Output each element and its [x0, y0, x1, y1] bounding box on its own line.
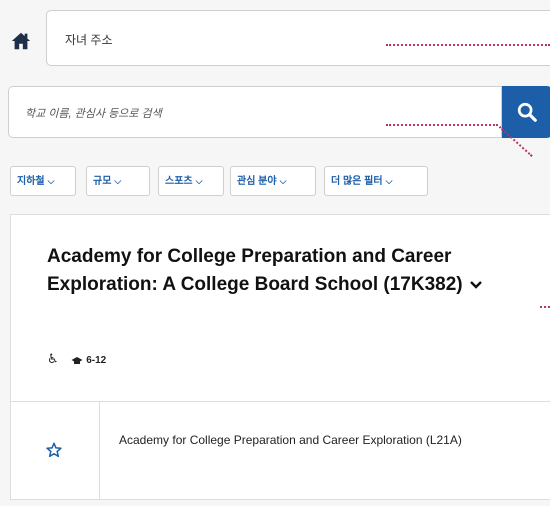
home-icon[interactable] [10, 30, 32, 52]
filter-sports[interactable]: 스포츠 ⌵ [158, 166, 224, 196]
school-card: Academy for College Preparation and Care… [10, 214, 550, 500]
program-name: Academy for College Preparation and Care… [119, 433, 462, 447]
filter-size-label: 규모 [93, 176, 112, 187]
filter-interest[interactable]: 관심 분야 ⌵ [230, 166, 316, 196]
card-divider [11, 401, 550, 402]
program-divider [99, 402, 100, 500]
search-button[interactable] [502, 86, 550, 138]
search-icon [517, 102, 537, 122]
filter-subway[interactable]: 지하철 ⌵ [10, 166, 76, 196]
search-placeholder: 학교 이름, 관심사 등으로 검색 [25, 108, 162, 120]
chevron-down-icon: ⌵ [195, 176, 203, 186]
chevron-down-icon: ⌵ [279, 176, 287, 186]
filter-interest-label: 관심 분야 [237, 176, 277, 187]
filter-sports-label: 스포츠 [165, 176, 193, 187]
filter-size[interactable]: 규모 ⌵ [86, 166, 150, 196]
filter-more[interactable]: 더 많은 필터 ⌵ [324, 166, 428, 196]
grade-range-text: 6-12 [86, 355, 107, 366]
accessibility-icon: ♿ [47, 351, 59, 366]
search-input[interactable]: 학교 이름, 관심사 등으로 검색 [8, 86, 502, 138]
filter-subway-label: 지하철 [17, 176, 45, 187]
school-name: Academy for College Preparation and Care… [47, 246, 463, 295]
grade-range: 6-12 [71, 355, 106, 366]
school-title[interactable]: Academy for College Preparation and Care… [47, 243, 527, 299]
chevron-down-icon[interactable] [469, 280, 483, 290]
chevron-down-icon: ⌵ [385, 176, 393, 186]
star-outline-icon[interactable] [45, 441, 63, 459]
address-field[interactable]: 자녀 주소 [46, 10, 550, 66]
chevron-down-icon: ⌵ [47, 176, 55, 186]
callout-line-card [540, 306, 550, 308]
address-placeholder: 자녀 주소 [65, 33, 113, 47]
chevron-down-icon: ⌵ [114, 176, 122, 186]
callout-line-search [386, 124, 498, 126]
school-meta: ♿ 6-12 [47, 351, 106, 367]
graduation-cap-icon [71, 356, 83, 364]
callout-line-address [386, 44, 550, 46]
filter-more-label: 더 많은 필터 [331, 176, 383, 187]
